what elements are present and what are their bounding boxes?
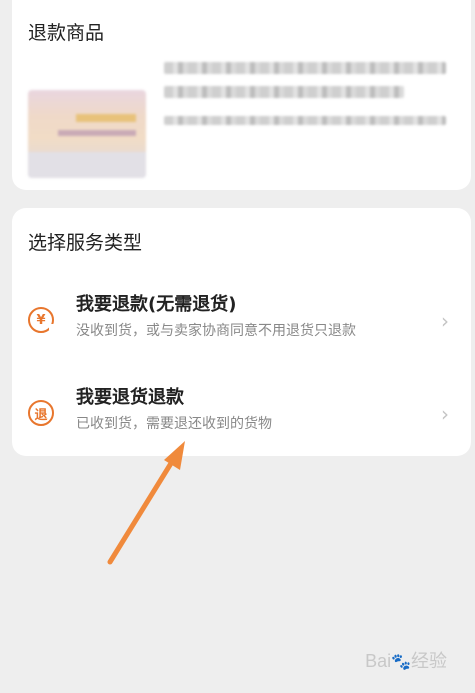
option-return-refund-title: 我要退货退款 [76,387,184,408]
chevron-right-icon: › [441,309,449,333]
option-refund-only-desc: 没收到货，或与卖家协商同意不用退货只退款 [76,323,356,339]
return-refund-icon: 退 [28,400,54,426]
product-name-line-1 [164,62,446,74]
option-return-refund[interactable]: 退 我要退货退款 已收到货，需要退还收到的货物 › [12,371,471,453]
product-card-title: 退款商品 [28,22,105,44]
product-name-line-2 [164,86,404,98]
chevron-right-icon: › [441,402,449,426]
service-card-title: 选择服务类型 [28,232,143,254]
paw-icon: 🐾 [391,654,411,671]
refund-product-card: 退款商品 [12,0,471,190]
watermark-brand: Bai [365,651,392,671]
product-thumbnail [28,90,146,178]
refund-yen-icon: ¥ [28,307,55,333]
option-return-refund-desc: 已收到货，需要退还收到的货物 [76,416,272,432]
baidu-jingyan-watermark: Bai🐾经验 [365,647,447,673]
service-type-card: 选择服务类型 ¥ 我要退款(无需退货) 没收到货，或与卖家协商同意不用退货只退款… [12,208,471,456]
watermark-suffix: 经验 [411,651,447,671]
product-spec-line [164,116,446,125]
option-refund-only[interactable]: ¥ 我要退款(无需退货) 没收到货，或与卖家协商同意不用退货只退款 › [12,278,471,360]
option-refund-only-title: 我要退款(无需退货) [76,294,237,315]
